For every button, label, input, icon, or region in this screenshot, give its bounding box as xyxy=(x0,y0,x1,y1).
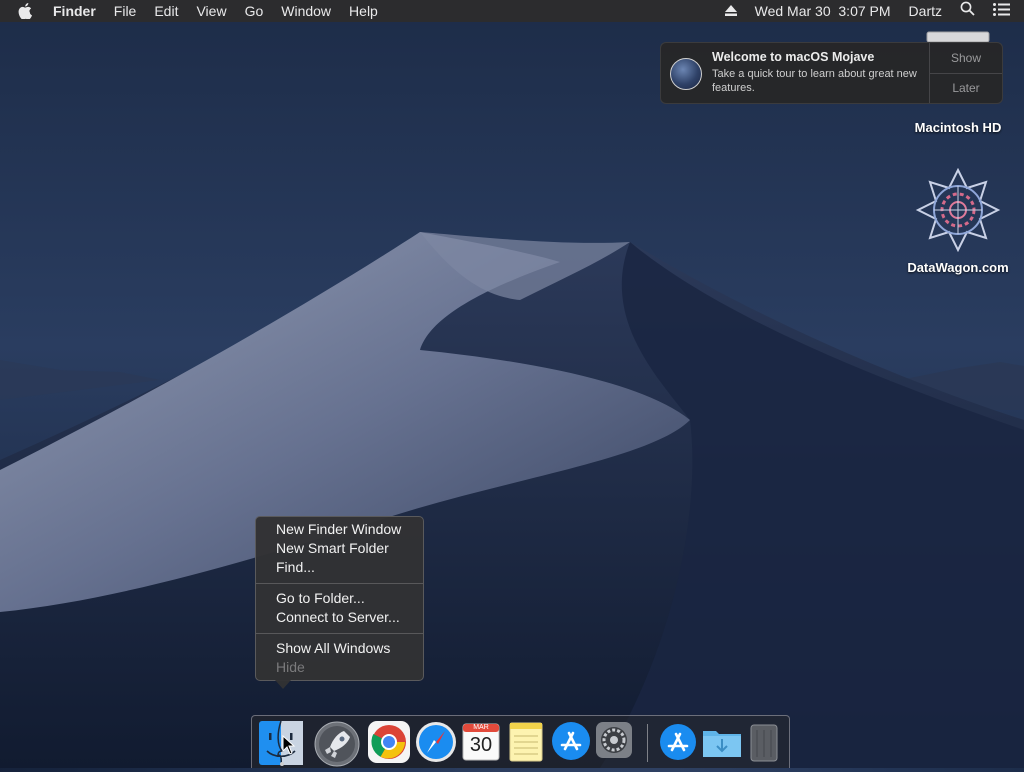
finder-running-indicator xyxy=(280,762,284,766)
notes-icon[interactable] xyxy=(508,721,552,765)
menu-item-find[interactable]: Find... xyxy=(256,558,423,577)
mojave-icon xyxy=(670,58,702,90)
launchpad-icon[interactable] xyxy=(314,721,360,767)
menu-item-show-all-windows[interactable]: Show All Windows xyxy=(256,639,423,658)
menu-bar: Finder File Edit View Go Window Help Wed… xyxy=(0,0,1024,22)
notification-title: Welcome to macOS Mojave xyxy=(712,50,875,64)
calendar-day: 30 xyxy=(469,734,493,756)
finder-dock-context-menu: New Finder Window New Smart Folder Find.… xyxy=(255,516,424,681)
dock: MAR 30 xyxy=(251,715,790,768)
menu-window[interactable]: Window xyxy=(272,0,340,22)
menu-finder[interactable]: Finder xyxy=(44,0,105,22)
menubar-clock[interactable]: Wed Mar 30 3:07 PM xyxy=(746,0,900,22)
notification-body: Take a quick tour to learn about great n… xyxy=(712,68,917,94)
menu-item-new-finder-window[interactable]: New Finder Window xyxy=(256,520,423,539)
eject-icon[interactable] xyxy=(716,0,746,22)
app-store-download-icon[interactable] xyxy=(658,721,702,765)
menu-view[interactable]: View xyxy=(187,0,235,22)
menu-item-go-to-folder[interactable]: Go to Folder... xyxy=(256,589,423,608)
notification-show-button[interactable]: Show xyxy=(930,43,1002,73)
menu-item-connect-to-server[interactable]: Connect to Server... xyxy=(256,608,423,627)
apple-logo-icon[interactable] xyxy=(0,0,44,22)
menu-separator xyxy=(256,583,423,584)
desktop-wallpaper xyxy=(0,0,1024,768)
menu-go[interactable]: Go xyxy=(236,0,273,22)
welcome-notification[interactable]: Welcome to macOS Mojave Take a quick tou… xyxy=(660,42,1003,104)
desktop-icon-datawagon[interactable]: DataWagon.com xyxy=(898,168,1018,275)
notification-later-button[interactable]: Later xyxy=(930,72,1002,104)
menu-help[interactable]: Help xyxy=(340,0,387,22)
mouse-cursor-icon xyxy=(282,735,296,755)
desktop-label-macintosh-hd: Macintosh HD xyxy=(914,120,1002,135)
datawagon-logo-icon xyxy=(915,168,1001,252)
menu-item-hide: Hide xyxy=(276,659,305,675)
menu-file[interactable]: File xyxy=(105,0,146,22)
chrome-icon[interactable] xyxy=(368,721,412,765)
menu-separator xyxy=(256,633,423,634)
desktop-label-datawagon: DataWagon.com xyxy=(907,260,1009,275)
menu-item-new-smart-folder[interactable]: New Smart Folder xyxy=(256,539,423,558)
notification-center-icon[interactable] xyxy=(984,0,1024,22)
trash-icon[interactable] xyxy=(747,721,791,765)
downloads-folder-icon[interactable] xyxy=(701,721,745,765)
hard-drive-icon xyxy=(926,31,990,42)
context-menu-pointer xyxy=(275,680,291,689)
calendar-month: MAR xyxy=(473,724,489,731)
menu-edit[interactable]: Edit xyxy=(145,0,187,22)
spotlight-search-icon[interactable] xyxy=(951,0,984,22)
calendar-icon[interactable]: MAR 30 xyxy=(462,721,506,765)
menubar-user[interactable]: Dartz xyxy=(900,0,951,22)
app-store-icon[interactable] xyxy=(551,721,595,765)
system-preferences-icon[interactable] xyxy=(595,721,639,765)
dock-separator xyxy=(647,724,648,762)
finder-icon[interactable] xyxy=(259,720,303,766)
safari-icon[interactable] xyxy=(415,721,459,765)
